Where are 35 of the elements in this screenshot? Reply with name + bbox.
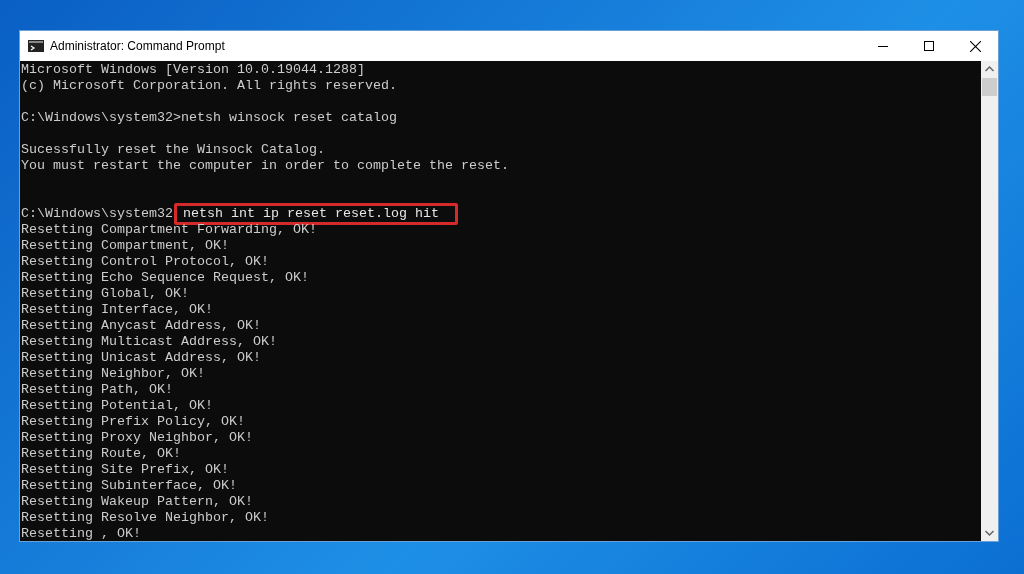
console-line: Resetting Control Protocol, OK! (21, 254, 269, 270)
console-line: Resetting Interface, OK! (21, 302, 213, 318)
scroll-down-icon[interactable] (985, 530, 994, 536)
console-line: Resetting Anycast Address, OK! (21, 318, 261, 334)
console-line: Resetting Echo Sequence Request, OK! (21, 270, 309, 286)
scroll-up-icon[interactable] (985, 66, 994, 72)
console-line: Resetting Compartment, OK! (21, 238, 229, 254)
console-line: Resetting , OK! (21, 526, 141, 541)
scrollbar-thumb[interactable] (982, 78, 997, 96)
window-title: Administrator: Command Prompt (50, 38, 225, 55)
console-line: Resetting Multicast Address, OK! (21, 334, 277, 350)
console-line: Resetting Proxy Neighbor, OK! (21, 430, 253, 446)
console-line: Resetting Subinterface, OK! (21, 478, 237, 494)
console-line: (c) Microsoft Corporation. All rights reserved. (21, 78, 397, 94)
console-line: Resetting Resolve Neighbor, OK! (21, 510, 269, 526)
console-line: Resetting Route, OK! (21, 446, 181, 462)
console-line: Sucessfully reset the Winsock Catalog. (21, 142, 325, 158)
maximize-icon[interactable] (924, 41, 934, 51)
console-line: Resetting Prefix Policy, OK! (21, 414, 245, 430)
console-line: Microsoft Windows [Version 10.0.19044.1288] (21, 62, 365, 78)
console-line: You must restart the computer in order to complete the reset. (21, 158, 509, 174)
console-line: Resetting Path, OK! (21, 382, 173, 398)
console-line: Resetting Global, OK! (21, 286, 189, 302)
console-line: Resetting Wakeup Pattern, OK! (21, 494, 253, 510)
console-line: C:\Windows\system32>netsh winsock reset catalog (21, 110, 397, 126)
console-line: Resetting Compartment Forwarding, OK! (21, 222, 317, 238)
console-line: Resetting Site Prefix, OK! (21, 462, 229, 478)
scrollbar[interactable] (981, 61, 998, 541)
console-prompt: C:\Windows\system32 (21, 206, 173, 222)
highlighted-command: netsh int ip reset reset.log hit (173, 203, 458, 225)
console-line: Resetting Potential, OK! (21, 398, 213, 414)
console-line: Resetting Neighbor, OK! (21, 366, 205, 382)
console-icon (28, 40, 44, 52)
close-icon[interactable] (969, 40, 981, 52)
console-line: Resetting Unicast Address, OK! (21, 350, 261, 366)
